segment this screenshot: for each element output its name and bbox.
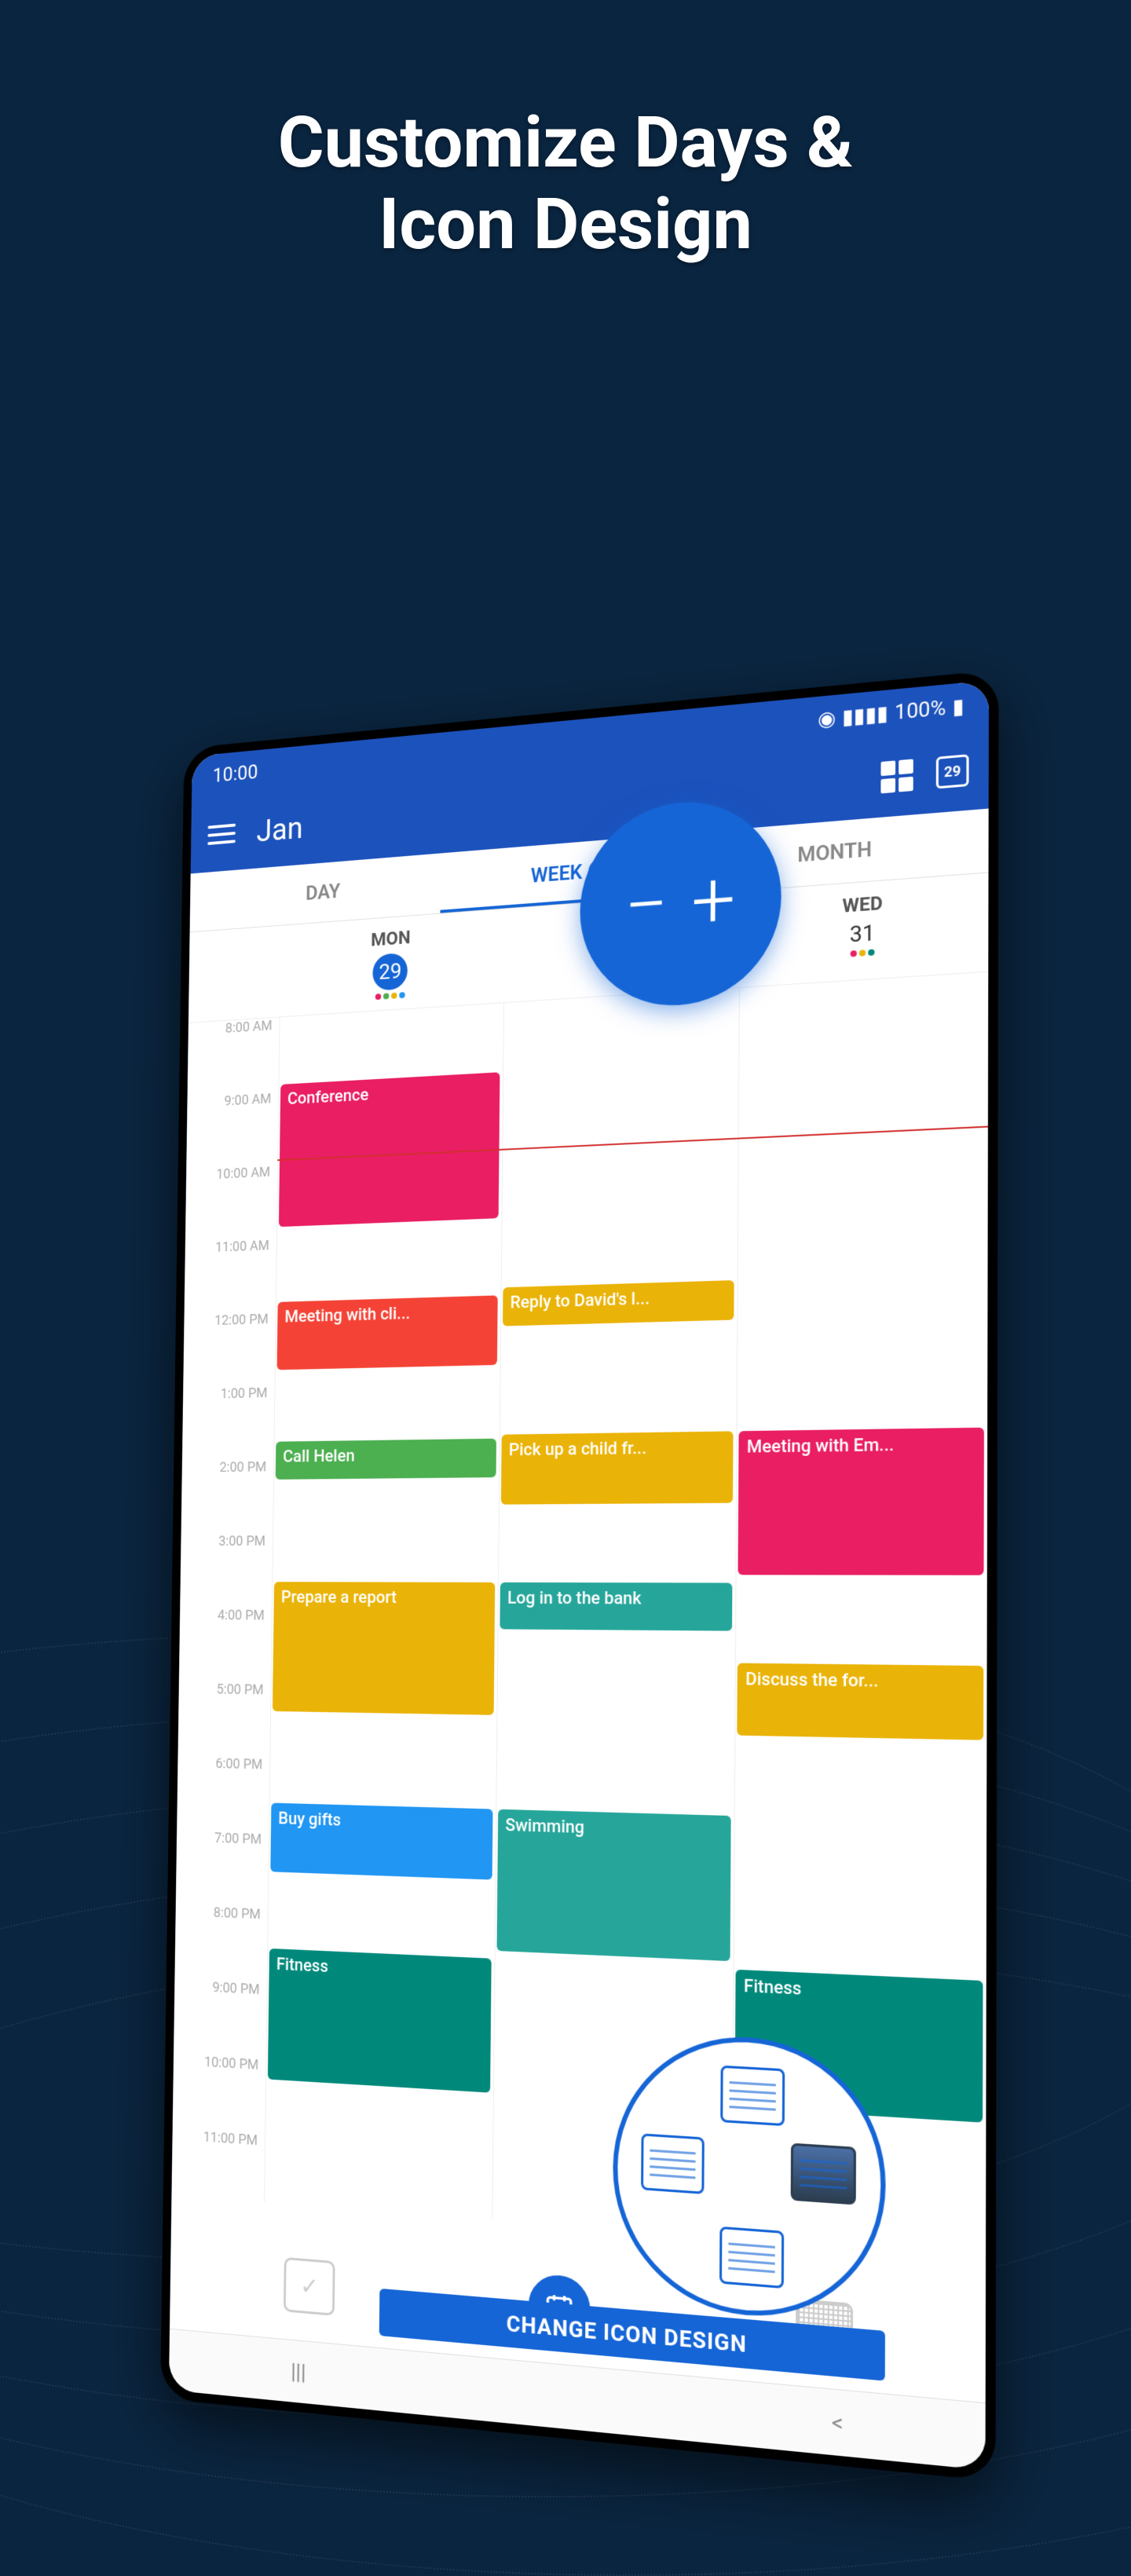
icon-option-1[interactable] (720, 2066, 785, 2126)
icon-design-picker[interactable] (612, 2030, 886, 2326)
phone-screen: 10:00 ◉ ▮▮▮▮ 100% ▮ Jan 29 − + (169, 680, 989, 2470)
time-label: 8:00 PM (174, 1903, 268, 1982)
icon-option-3[interactable] (791, 2143, 856, 2205)
battery-text: 100% (895, 697, 946, 725)
calendar-event[interactable]: Meeting with Em... (738, 1428, 984, 1575)
icon-option-4[interactable] (719, 2227, 784, 2289)
calendar-event[interactable]: Call Helen (276, 1439, 496, 1480)
battery-icon: ▮ (952, 694, 964, 719)
time-label: 8:00 AM (188, 1017, 280, 1096)
menu-icon[interactable] (207, 824, 236, 845)
android-back[interactable]: < (832, 2409, 844, 2437)
calendar-event[interactable]: Pick up a child fr... (501, 1431, 734, 1504)
time-label: 10:00 PM (173, 2052, 266, 2133)
icon-option-2[interactable] (641, 2133, 705, 2194)
time-label: 10:00 AM (185, 1164, 277, 1241)
calendar-event[interactable]: Meeting with cli... (277, 1295, 498, 1370)
calendar-event[interactable]: Reply to David's l... (503, 1280, 734, 1326)
calendar-event[interactable]: Prepare a report (273, 1582, 495, 1715)
page-title: Customize Days &Icon Design (0, 102, 1131, 265)
calendar-event[interactable]: Buy gifts (270, 1803, 492, 1880)
signal-icon: ▮▮▮▮ (842, 702, 888, 730)
time-label: 4:00 PM (179, 1607, 272, 1682)
zoom-out-button[interactable]: − (624, 865, 669, 946)
zoom-in-button[interactable]: + (691, 861, 736, 942)
calendar-event[interactable]: Fitness (268, 1948, 491, 2093)
time-label: 11:00 PM (171, 2127, 265, 2208)
time-label: 1:00 PM (182, 1385, 275, 1461)
android-recents[interactable]: ||| (291, 2358, 306, 2386)
column-mon[interactable]: Conference Meeting with cli... Call Helen P… (264, 1003, 503, 2219)
calendar-event[interactable]: Swimming (496, 1809, 731, 1962)
time-label: 9:00 PM (174, 1978, 267, 2058)
today-badge[interactable]: 29 (936, 754, 969, 789)
calendar-event[interactable]: Discuss the for... (738, 1663, 984, 1740)
wifi-icon: ◉ (818, 707, 836, 732)
time-label: 12:00 PM (183, 1312, 276, 1387)
day-header-mon[interactable]: MON 29 (280, 909, 504, 1016)
time-label: 11:00 AM (185, 1238, 276, 1314)
grid-view-icon[interactable] (880, 759, 913, 793)
time-column: 8:00 AM9:00 AM10:00 AM11:00 AM12:00 PM1:… (171, 1017, 279, 2208)
nav-tasks[interactable]: ✓ (284, 2257, 335, 2316)
time-label: 5:00 PM (178, 1681, 271, 1757)
time-label: 6:00 PM (177, 1755, 269, 1831)
time-label: 3:00 PM (180, 1533, 273, 1608)
time-label: 9:00 AM (186, 1091, 278, 1169)
calendar-event[interactable]: Conference (279, 1072, 500, 1227)
phone-frame: 10:00 ◉ ▮▮▮▮ 100% ▮ Jan 29 − + (160, 670, 999, 2482)
status-time: 10:00 (213, 761, 258, 787)
time-label: 2:00 PM (181, 1459, 274, 1534)
calendar-event[interactable]: Log in to the bank (500, 1583, 733, 1631)
time-label: 7:00 PM (176, 1829, 269, 1907)
